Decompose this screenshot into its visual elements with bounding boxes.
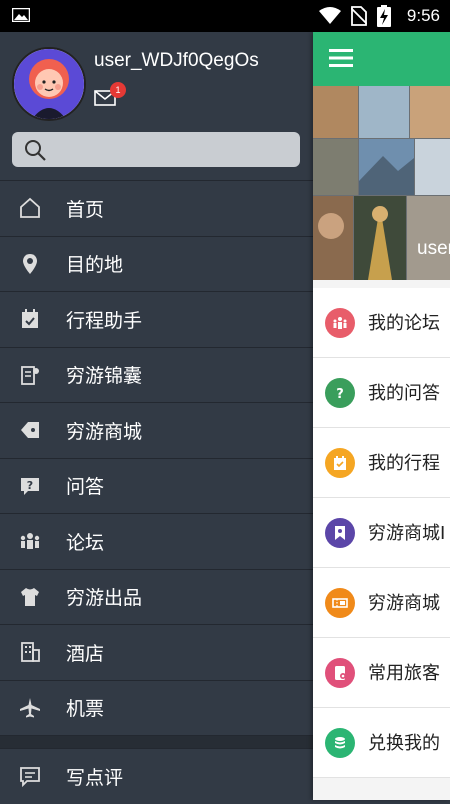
question-bubble-icon: ? (21, 477, 39, 495)
search-box[interactable] (12, 132, 300, 167)
menu-item-hotel[interactable]: 酒店 (0, 624, 313, 680)
image-notification-icon (12, 8, 30, 22)
comment-icon (20, 767, 40, 788)
svg-text:?: ? (27, 479, 33, 492)
calendar-icon (22, 309, 38, 328)
menu-item-label: 酒店 (66, 642, 105, 665)
search-input[interactable] (56, 136, 290, 165)
menu-icon[interactable] (329, 48, 353, 68)
list-item-label: 我的行程 (368, 453, 440, 474)
menu-item-guides[interactable]: 穷游锦囊 (0, 346, 313, 403)
location-pin-icon (23, 253, 37, 274)
qa-circle-icon: ? (325, 378, 355, 408)
list-item-label: 我的问答 (368, 383, 440, 404)
trips-circle-icon (325, 448, 355, 478)
question-icon: ? (336, 387, 344, 401)
search-icon (25, 140, 46, 161)
coins-icon (335, 737, 345, 749)
menu-item-forum[interactable]: 论坛 (0, 513, 313, 569)
wifi-icon (318, 7, 341, 24)
guidebook-icon (21, 365, 39, 385)
avatar-illustration-icon (14, 49, 84, 119)
menu-item-label: 写点评 (66, 766, 124, 789)
main-content: user 我的论坛 ? 我的问答 (313, 32, 450, 800)
menu-item-home[interactable]: 首页 (0, 180, 313, 236)
menu-item-label: 首页 (66, 198, 105, 221)
menu-item-products[interactable]: 穷游出品 (0, 568, 313, 625)
list-item-label: 我的论坛 (368, 313, 440, 334)
list-item-label: 常用旅客 (368, 663, 440, 684)
navigation-drawer: user_WDJf0QegOs 1 首页 目的地 行程助手 穷游锦囊 穷游商城 … (0, 32, 313, 800)
avatar[interactable] (12, 47, 86, 121)
unread-badge: 1 (110, 82, 126, 98)
home-icon (20, 197, 40, 218)
list-item-mall-1[interactable]: 穷游商城I (313, 498, 450, 568)
forum-circle-icon (325, 308, 355, 338)
menu-item-label: 论坛 (66, 531, 105, 554)
username[interactable]: user_WDJf0QegOs (94, 50, 259, 72)
menu-item-destination[interactable]: 目的地 (0, 235, 313, 292)
no-sim-icon (350, 6, 367, 26)
list-item-my-trips[interactable]: 我的行程 (313, 428, 450, 498)
ticket-icon (332, 598, 348, 608)
tshirt-icon (21, 587, 39, 606)
passenger-icon (335, 666, 346, 680)
cover-username: user (417, 238, 450, 259)
calendar-icon (334, 456, 346, 470)
menu-item-label: 行程助手 (66, 309, 143, 332)
menu-item-write-review[interactable]: 写点评 (0, 748, 313, 804)
building-icon (21, 642, 40, 662)
profile-header: user_WDJf0QegOs 1 (0, 32, 313, 180)
coins-circle-icon (325, 728, 355, 758)
menu-item-qa[interactable]: ? 问答 (0, 457, 313, 514)
menu-item-label: 穷游出品 (66, 587, 143, 610)
list-item-passengers[interactable]: 常用旅客 (313, 638, 450, 708)
svg-text:?: ? (336, 387, 344, 401)
bookmark-icon (335, 526, 345, 540)
menu-item-mall[interactable]: 穷游商城 (0, 402, 313, 458)
menu-item-label: 穷游商城 (66, 420, 143, 443)
list-item-mall-2[interactable]: 穷游商城 (313, 568, 450, 638)
profile-cover-collage: user (313, 86, 450, 280)
passenger-circle-icon (325, 658, 355, 688)
drawer-menu: 首页 目的地 行程助手 穷游锦囊 穷游商城 ? 问答 论坛 穷游出品 酒店 机票… (0, 180, 313, 804)
profile-shortcut-list: 我的论坛 ? 我的问答 我的行程 穷游商城I 穷游商城 常用旅客 兑换我的 (313, 288, 450, 778)
tag-icon (21, 422, 39, 438)
ticket-circle-icon (325, 588, 355, 618)
menu-divider (0, 735, 313, 748)
menu-item-label: 目的地 (66, 254, 124, 277)
mall-circle-icon (325, 518, 355, 548)
list-item-label: 穷游商城I (368, 523, 446, 544)
battery-charging-icon (376, 5, 391, 27)
status-time: 9:56 (406, 6, 440, 25)
list-item-my-qa[interactable]: ? 我的问答 (313, 358, 450, 428)
menu-item-label: 机票 (66, 698, 105, 721)
app-bar (313, 32, 450, 86)
list-item-label: 穷游商城 (368, 593, 440, 614)
menu-item-label: 穷游锦囊 (66, 365, 143, 388)
menu-item-trip-assistant[interactable]: 行程助手 (0, 291, 313, 347)
list-item-my-forum[interactable]: 我的论坛 (313, 288, 450, 358)
list-item-label: 兑换我的 (368, 733, 440, 754)
menu-item-label: 问答 (66, 476, 105, 499)
menu-item-flights[interactable]: 机票 (0, 679, 313, 736)
people-icon (20, 533, 40, 549)
people-icon (333, 317, 347, 329)
status-bar: 9:56 (0, 0, 450, 32)
list-item-redeem[interactable]: 兑换我的 (313, 708, 450, 778)
airplane-icon (20, 697, 40, 717)
